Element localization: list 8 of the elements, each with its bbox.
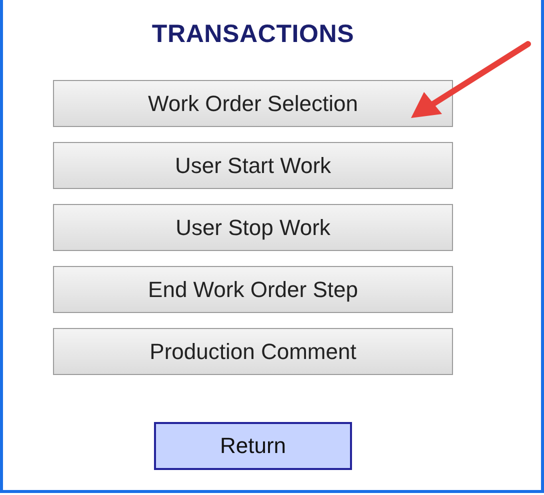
transaction-button[interactable]: Production Comment <box>53 328 453 375</box>
transaction-button[interactable]: User Stop Work <box>53 204 453 251</box>
transaction-button[interactable]: User Start Work <box>53 142 453 189</box>
return-button[interactable]: Return <box>154 422 352 470</box>
transaction-button[interactable]: End Work Order Step <box>53 266 453 313</box>
transaction-button[interactable]: Work Order Selection <box>53 80 453 127</box>
arrow-icon <box>408 38 534 120</box>
panel-title: TRANSACTIONS <box>152 19 354 50</box>
